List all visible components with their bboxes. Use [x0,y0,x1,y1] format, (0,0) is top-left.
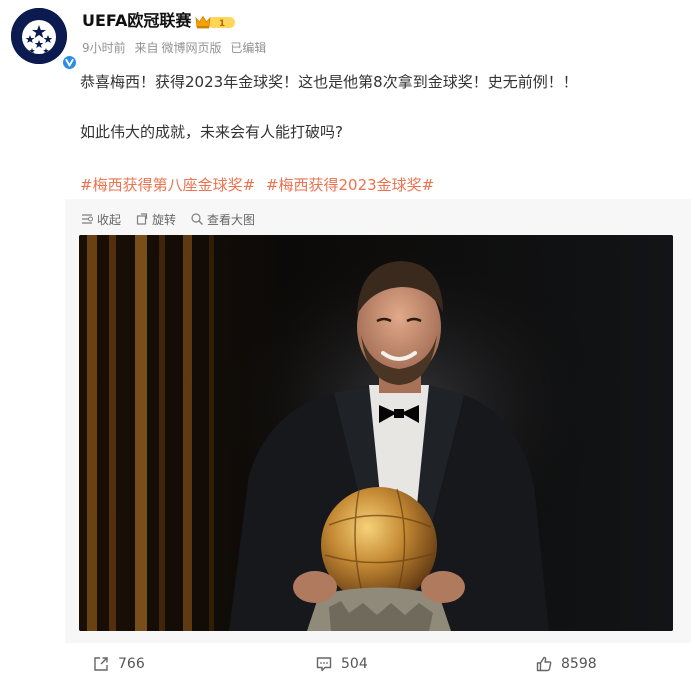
weibo-post: UEFA欧冠联赛 1 9小时前 来自 微博网页版 已编辑 恭喜梅西！获得2023年… [0,0,691,676]
post-line-2: 如此伟大的成就，未来会有人能打破吗? [80,123,343,141]
source-prefix: 来自 [134,41,159,55]
share-icon [94,657,108,671]
comment-count: 504 [341,656,368,672]
collapse-icon [82,214,93,224]
thumbs-up-icon [536,656,552,672]
post-meta: 9小时前 来自 微博网页版 已编辑 [82,39,271,57]
media-toolbar: 收起 旋转 查看大图 [80,210,269,228]
verified-v-icon [62,55,77,70]
view-large-button[interactable]: 查看大图 [190,211,255,228]
repost-count: 766 [118,656,145,672]
username[interactable]: UEFA欧冠联赛 [82,10,191,32]
view-large-label: 查看大图 [207,212,256,227]
hashtag-link[interactable]: #梅西获得第八座金球奖# [80,176,255,194]
hashtag-link[interactable]: #梅西获得2023金球奖# [266,176,434,194]
magnify-icon [191,213,204,225]
post-actions: 766 504 8598 [0,643,691,676]
post-source: 微博网页版 [161,41,222,55]
hashtags: #梅西获得第八座金球奖# #梅西获得2023金球奖# [80,172,440,198]
post-photo[interactable] [79,235,673,631]
like-button[interactable]: 8598 [535,655,597,673]
rotate-button[interactable]: 旋转 [135,211,176,228]
member-crown-badge[interactable]: 1 [194,14,236,30]
photo-messi-golden-ball [79,235,673,631]
rotate-label: 旋转 [152,212,177,227]
media-panel: 收起 旋转 查看大图 [65,199,691,643]
crown-icon: 1 [195,15,235,29]
avatar[interactable] [11,8,77,70]
post-time[interactable]: 9小时前 [82,41,126,55]
edited-label[interactable]: 已编辑 [230,41,266,55]
repost-button[interactable]: 766 [92,655,145,673]
rotate-icon [136,213,148,225]
collapse-label: 收起 [97,212,122,227]
champions-league-starball-icon [11,8,67,64]
collapse-button[interactable]: 收起 [80,211,121,228]
comment-icon [316,657,332,672]
comment-button[interactable]: 504 [315,655,368,673]
post-line-1: 恭喜梅西！获得2023年金球奖！这也是他第8次拿到金球奖！史无前例！！ [80,73,578,91]
member-level: 1 [219,19,225,29]
like-count: 8598 [561,656,597,672]
